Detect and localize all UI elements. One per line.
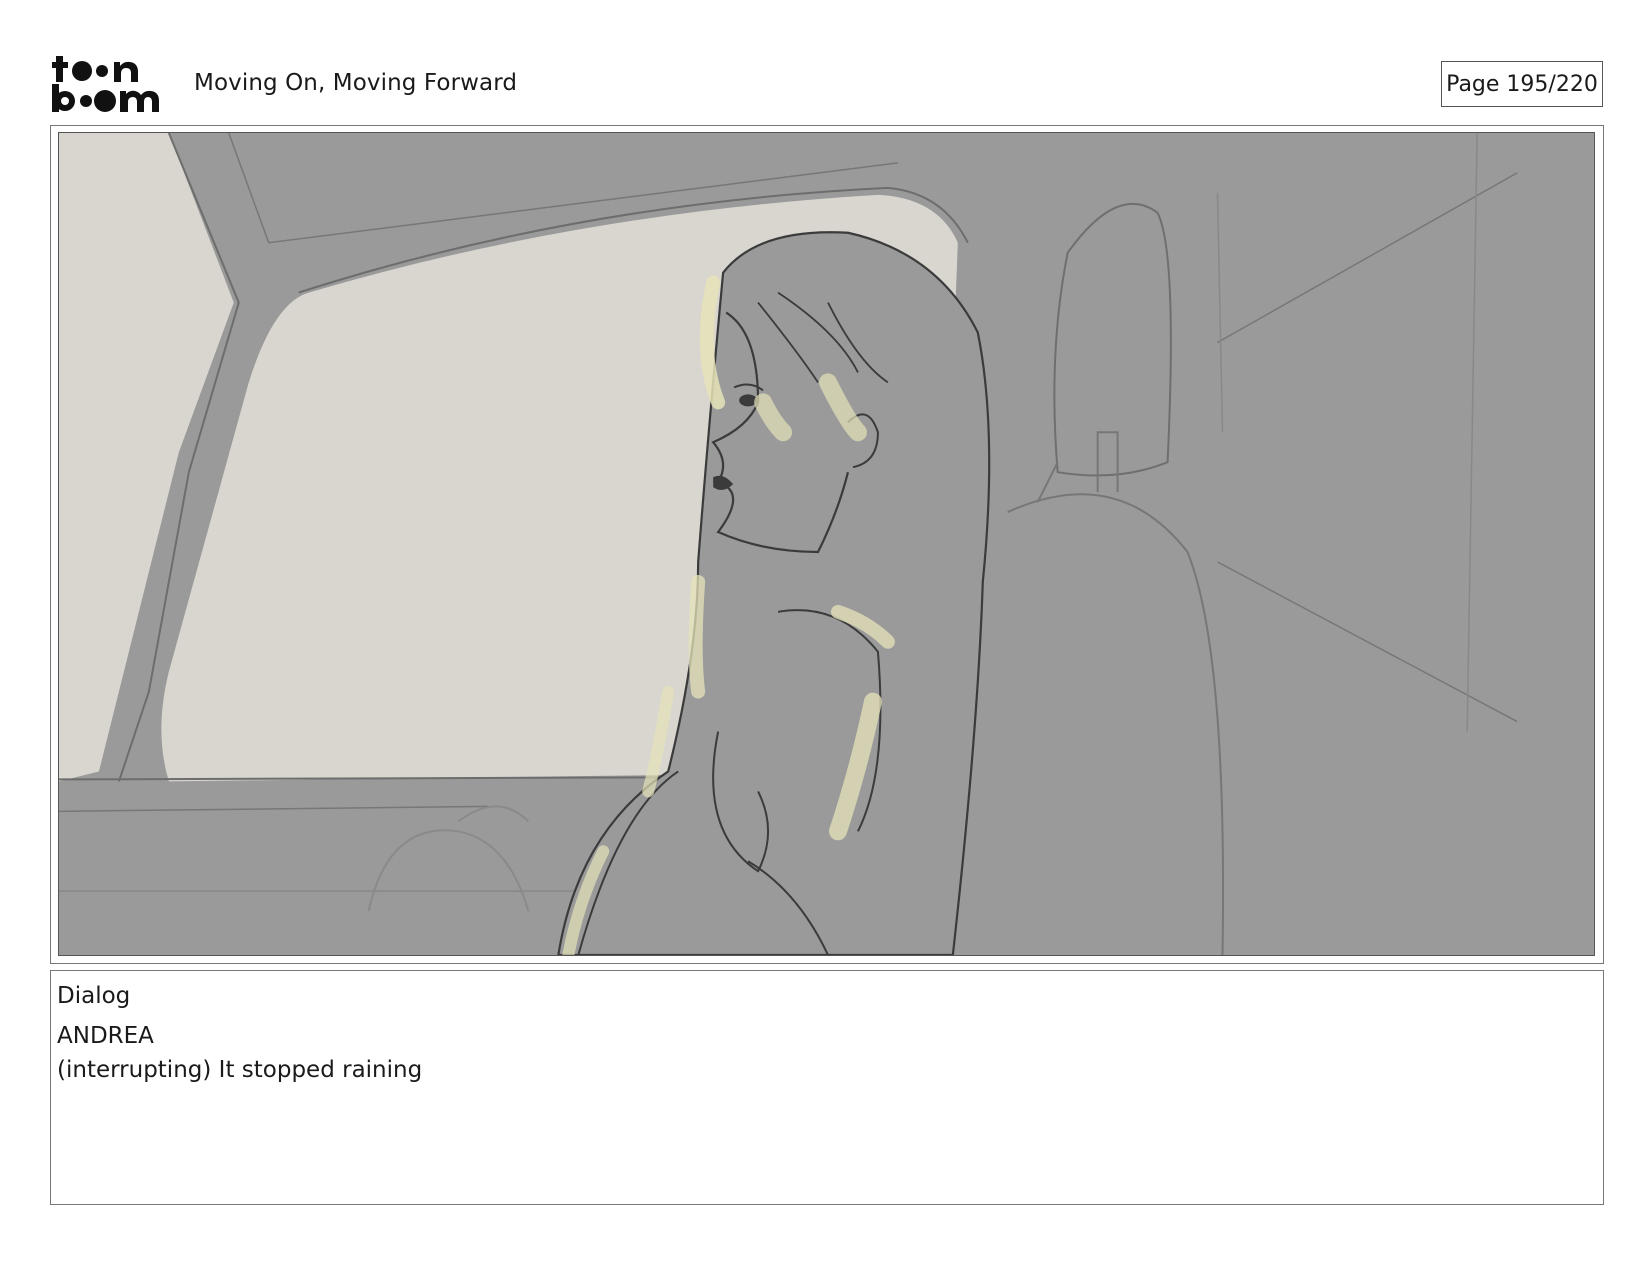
- dialog-line: (interrupting) It stopped raining: [57, 1057, 423, 1083]
- document-title: Moving On, Moving Forward: [194, 70, 518, 96]
- page-number-box: Page 195/220: [1441, 61, 1603, 107]
- dialog-box: Dialog ANDREA (interrupting) It stopped …: [50, 970, 1604, 1205]
- page-number: Page 195/220: [1446, 71, 1598, 97]
- toon-boom-logo: [52, 52, 170, 114]
- storyboard-panel-frame: [50, 125, 1604, 964]
- storyboard-sketch-icon: [59, 133, 1594, 955]
- storyboard-panel-image: [58, 132, 1595, 956]
- dialog-heading: Dialog: [57, 983, 131, 1009]
- dialog-speaker: ANDREA: [57, 1023, 154, 1049]
